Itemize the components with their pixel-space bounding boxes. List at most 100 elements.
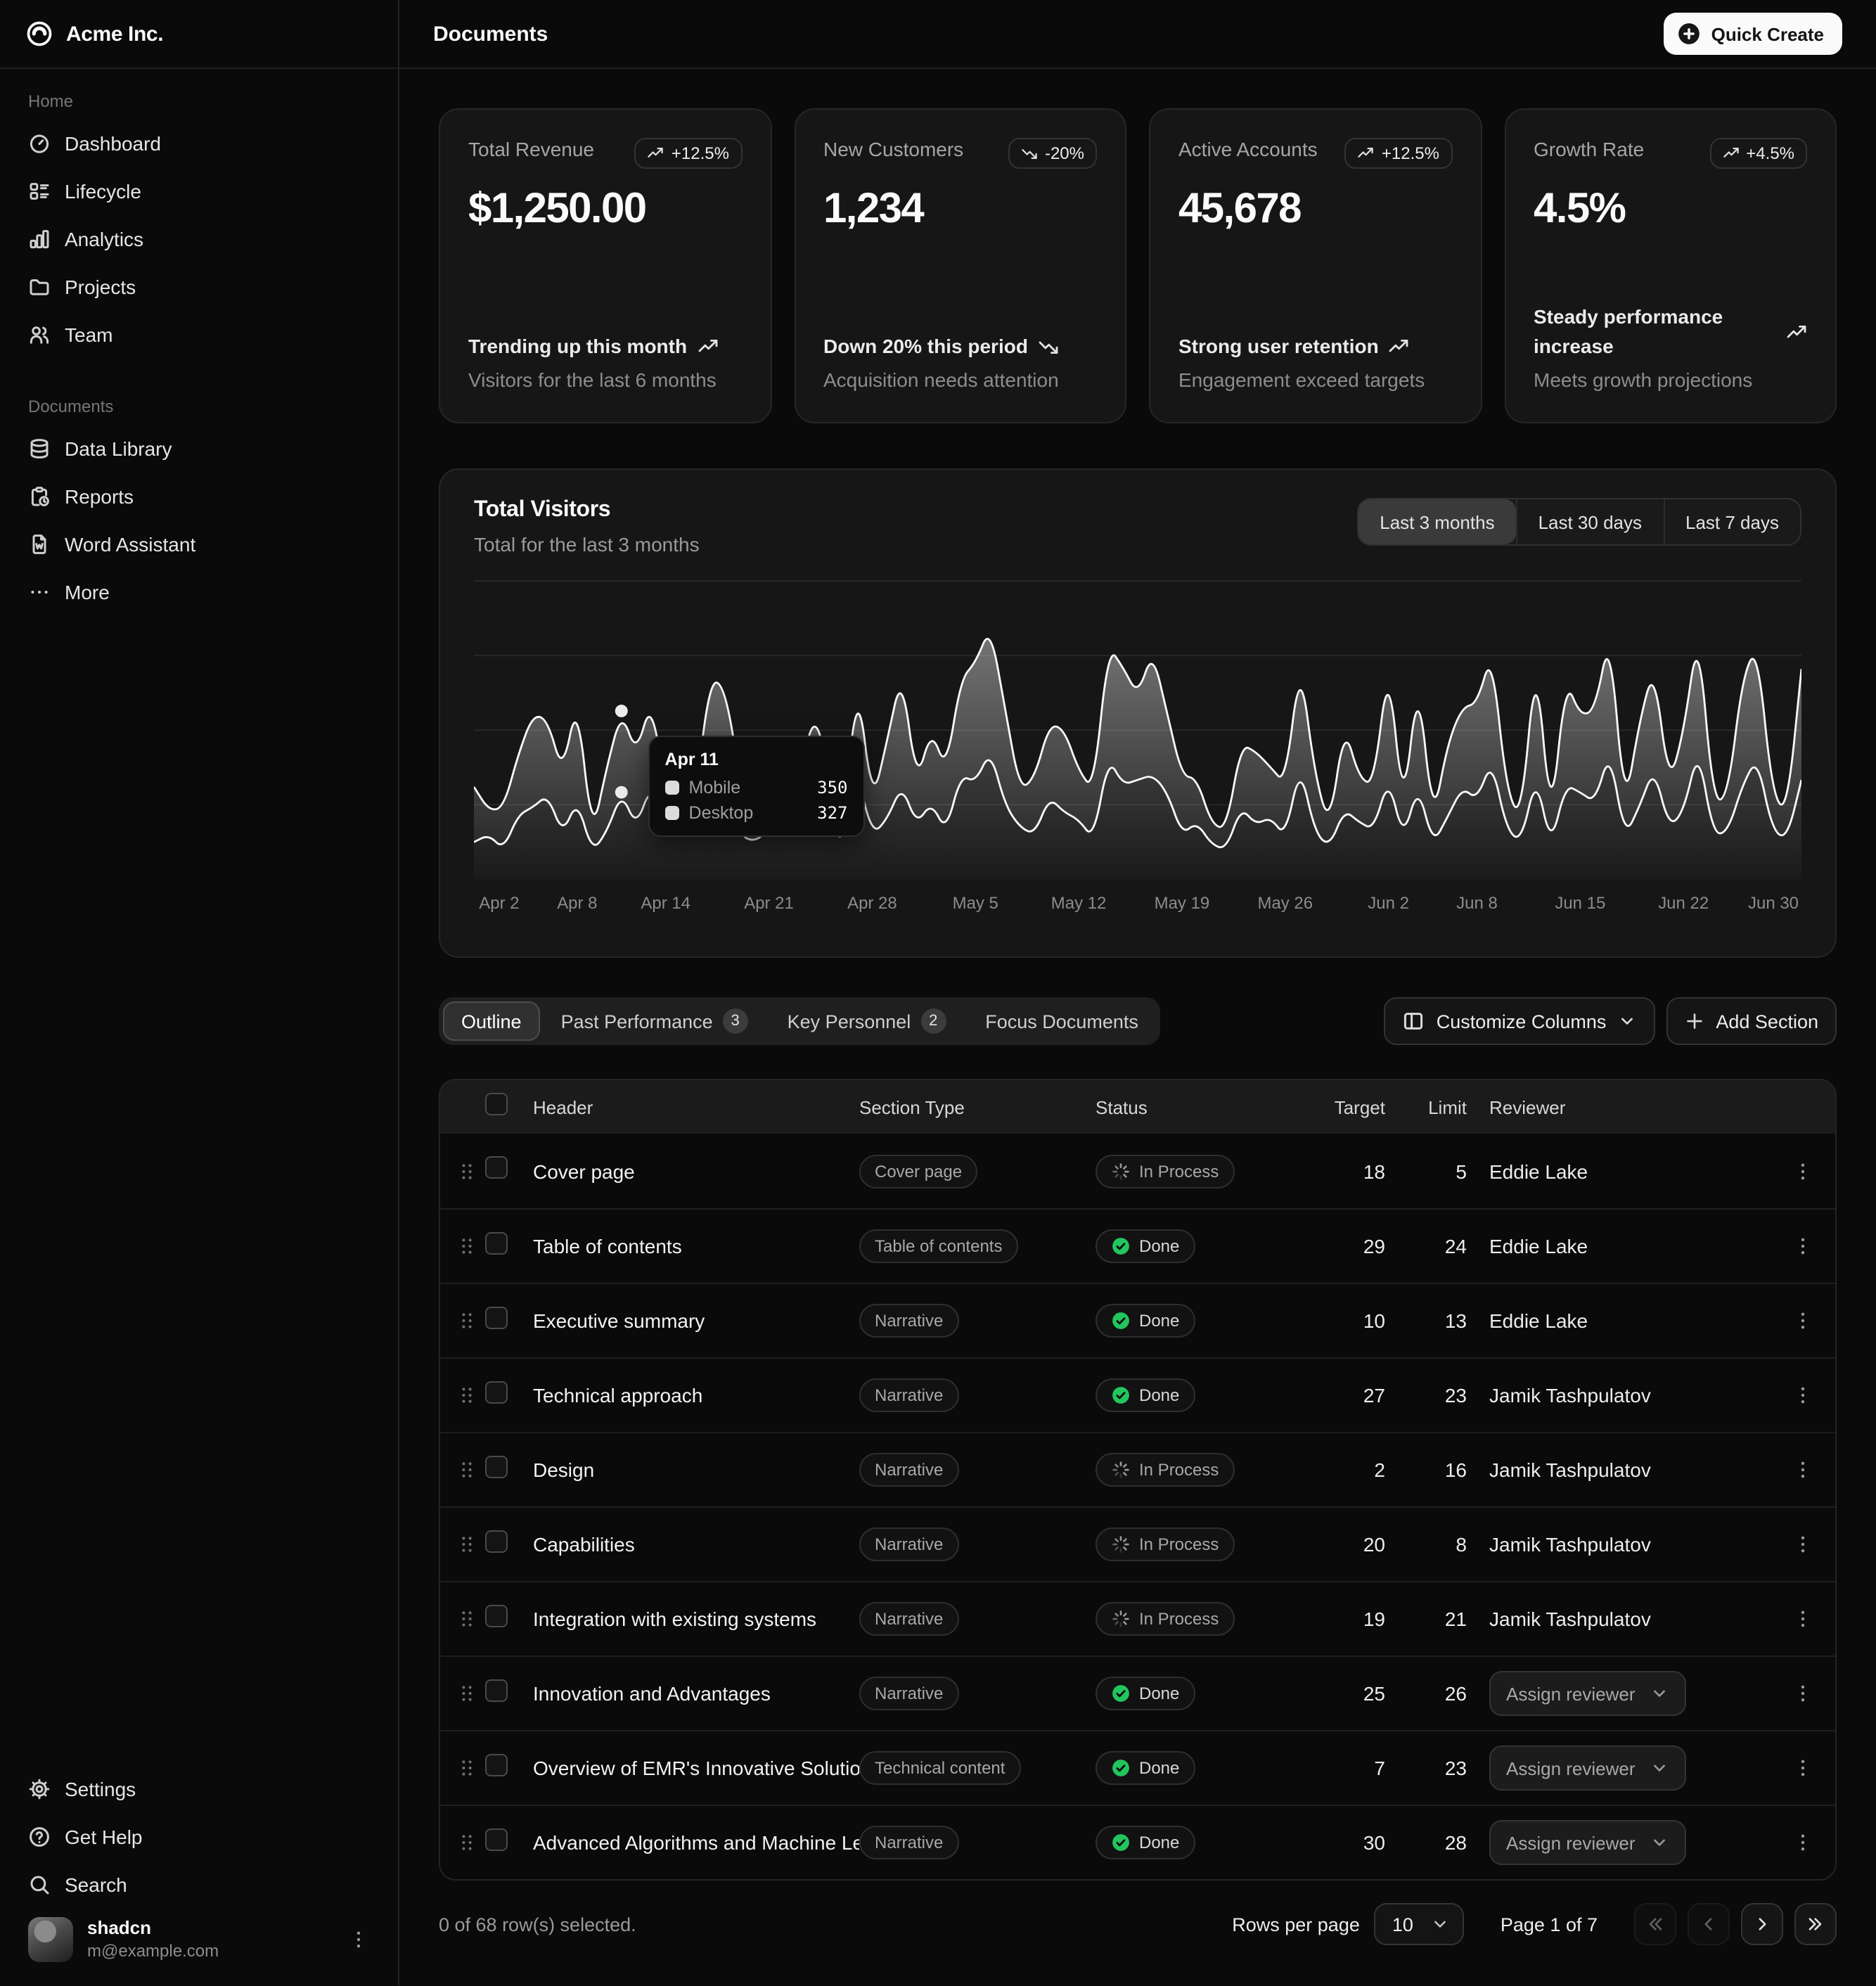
row-checkbox[interactable]	[485, 1306, 508, 1328]
limit-value[interactable]: 28	[1408, 1831, 1489, 1854]
row-header[interactable]: Overview of EMR's Innovative Solutions	[533, 1757, 859, 1779]
drag-handle[interactable]	[449, 1608, 485, 1630]
drag-handle[interactable]	[449, 1235, 485, 1257]
workspace-switcher[interactable]: Acme Inc.	[0, 0, 398, 69]
target-value[interactable]: 2	[1304, 1459, 1408, 1481]
row-checkbox[interactable]	[485, 1530, 508, 1552]
row-checkbox[interactable]	[485, 1753, 508, 1776]
row-checkbox[interactable]	[485, 1231, 508, 1254]
tab-key-personnel[interactable]: Key Personnel 2	[769, 1001, 965, 1041]
row-header[interactable]: Advanced Algorithms and Machine Learning	[533, 1831, 859, 1854]
visitors-chart[interactable]: Apr 2Apr 8Apr 14Apr 21Apr 28May 5May 12M…	[474, 578, 1801, 916]
target-value[interactable]: 18	[1304, 1160, 1408, 1182]
range-last-3-months[interactable]: Last 3 months	[1358, 499, 1515, 544]
row-checkbox[interactable]	[485, 1828, 508, 1850]
tab-outline[interactable]: Outline	[443, 1001, 540, 1041]
target-value[interactable]: 29	[1304, 1235, 1408, 1257]
tab-focus-documents[interactable]: Focus Documents	[967, 1001, 1157, 1041]
limit-value[interactable]: 23	[1408, 1757, 1489, 1779]
next-page-button[interactable]	[1741, 1903, 1783, 1945]
row-checkbox[interactable]	[485, 1455, 508, 1478]
row-menu-button[interactable]	[1779, 1608, 1827, 1630]
customize-columns-button[interactable]: Customize Columns	[1384, 997, 1656, 1045]
row-menu-button[interactable]	[1779, 1831, 1827, 1854]
assign-reviewer-select[interactable]: Assign reviewer	[1489, 1745, 1686, 1790]
limit-value[interactable]: 23	[1408, 1384, 1489, 1407]
target-value[interactable]: 7	[1304, 1757, 1408, 1779]
row-header[interactable]: Table of contents	[533, 1235, 859, 1257]
target-value[interactable]: 30	[1304, 1831, 1408, 1854]
sidebar-item-more[interactable]: More	[17, 570, 381, 615]
row-menu-button[interactable]	[1779, 1757, 1827, 1779]
add-section-button[interactable]: Add Section	[1666, 997, 1837, 1045]
sidebar-item-get-help[interactable]: Get Help	[17, 1814, 381, 1859]
row-header[interactable]: Integration with existing systems	[533, 1608, 859, 1630]
range-last-7-days[interactable]: Last 7 days	[1663, 499, 1800, 544]
sidebar-item-word-assistant[interactable]: Word Assistant	[17, 522, 381, 567]
drag-handle[interactable]	[449, 1757, 485, 1779]
limit-value[interactable]: 8	[1408, 1533, 1489, 1556]
assign-reviewer-select[interactable]: Assign reviewer	[1489, 1671, 1686, 1716]
drag-handle[interactable]	[449, 1831, 485, 1854]
sidebar-item-projects[interactable]: Projects	[17, 264, 381, 309]
limit-value[interactable]: 16	[1408, 1459, 1489, 1481]
row-menu-button[interactable]	[1779, 1682, 1827, 1705]
select-all-checkbox[interactable]	[485, 1092, 508, 1115]
target-value[interactable]: 19	[1304, 1608, 1408, 1630]
sidebar-item-analytics[interactable]: Analytics	[17, 217, 381, 262]
first-page-button[interactable]	[1634, 1903, 1676, 1945]
row-header[interactable]: Innovation and Advantages	[533, 1682, 859, 1705]
grip-icon	[456, 1608, 478, 1630]
sidebar-item-settings[interactable]: Settings	[17, 1767, 381, 1812]
assign-reviewer-select[interactable]: Assign reviewer	[1489, 1820, 1686, 1865]
target-value[interactable]: 20	[1304, 1533, 1408, 1556]
drag-handle[interactable]	[449, 1384, 485, 1407]
drag-handle[interactable]	[449, 1309, 485, 1332]
sidebar-item-dashboard[interactable]: Dashboard	[17, 121, 381, 166]
row-menu-button[interactable]	[1779, 1160, 1827, 1182]
drag-handle[interactable]	[449, 1533, 485, 1556]
prev-page-button[interactable]	[1688, 1903, 1730, 1945]
row-header[interactable]: Design	[533, 1459, 859, 1481]
row-header[interactable]: Capabilities	[533, 1533, 859, 1556]
sidebar-item-reports[interactable]: Reports	[17, 474, 381, 519]
target-value[interactable]: 25	[1304, 1682, 1408, 1705]
limit-value[interactable]: 24	[1408, 1235, 1489, 1257]
quick-create-button[interactable]: Quick Create	[1664, 13, 1842, 55]
trending-up-icon	[648, 145, 664, 162]
row-menu-button[interactable]	[1779, 1459, 1827, 1481]
row-header[interactable]: Cover page	[533, 1160, 859, 1182]
last-page-button[interactable]	[1794, 1903, 1837, 1945]
row-menu-button[interactable]	[1779, 1533, 1827, 1556]
row-checkbox[interactable]	[485, 1380, 508, 1403]
sidebar-item-data-library[interactable]: Data Library	[17, 426, 381, 471]
limit-value[interactable]: 26	[1408, 1682, 1489, 1705]
limit-value[interactable]: 13	[1408, 1309, 1489, 1332]
sidebar-item-search[interactable]: Search	[17, 1862, 381, 1907]
row-header[interactable]: Technical approach	[533, 1384, 859, 1407]
users-icon	[28, 323, 51, 346]
row-checkbox[interactable]	[485, 1604, 508, 1627]
sidebar-item-lifecycle[interactable]: Lifecycle	[17, 169, 381, 214]
limit-value[interactable]: 5	[1408, 1160, 1489, 1182]
range-last-30-days[interactable]: Last 30 days	[1516, 499, 1663, 544]
drag-handle[interactable]	[449, 1459, 485, 1481]
card-value: 1,234	[823, 186, 1097, 233]
target-value[interactable]: 10	[1304, 1309, 1408, 1332]
row-menu-button[interactable]	[1779, 1235, 1827, 1257]
user-menu-dots-icon[interactable]	[347, 1928, 370, 1951]
row-checkbox[interactable]	[485, 1679, 508, 1701]
svg-text:Apr 28: Apr 28	[847, 894, 897, 913]
row-menu-button[interactable]	[1779, 1309, 1827, 1332]
target-value[interactable]: 27	[1304, 1384, 1408, 1407]
user-menu[interactable]: shadcn m@example.com	[17, 1907, 381, 1972]
row-checkbox[interactable]	[485, 1156, 508, 1179]
tab-past-performance[interactable]: Past Performance 3	[543, 1001, 766, 1041]
rows-per-page-select[interactable]: 10	[1374, 1903, 1464, 1945]
row-menu-button[interactable]	[1779, 1384, 1827, 1407]
row-header[interactable]: Executive summary	[533, 1309, 859, 1332]
drag-handle[interactable]	[449, 1160, 485, 1182]
drag-handle[interactable]	[449, 1682, 485, 1705]
sidebar-item-team[interactable]: Team	[17, 312, 381, 357]
limit-value[interactable]: 21	[1408, 1608, 1489, 1630]
